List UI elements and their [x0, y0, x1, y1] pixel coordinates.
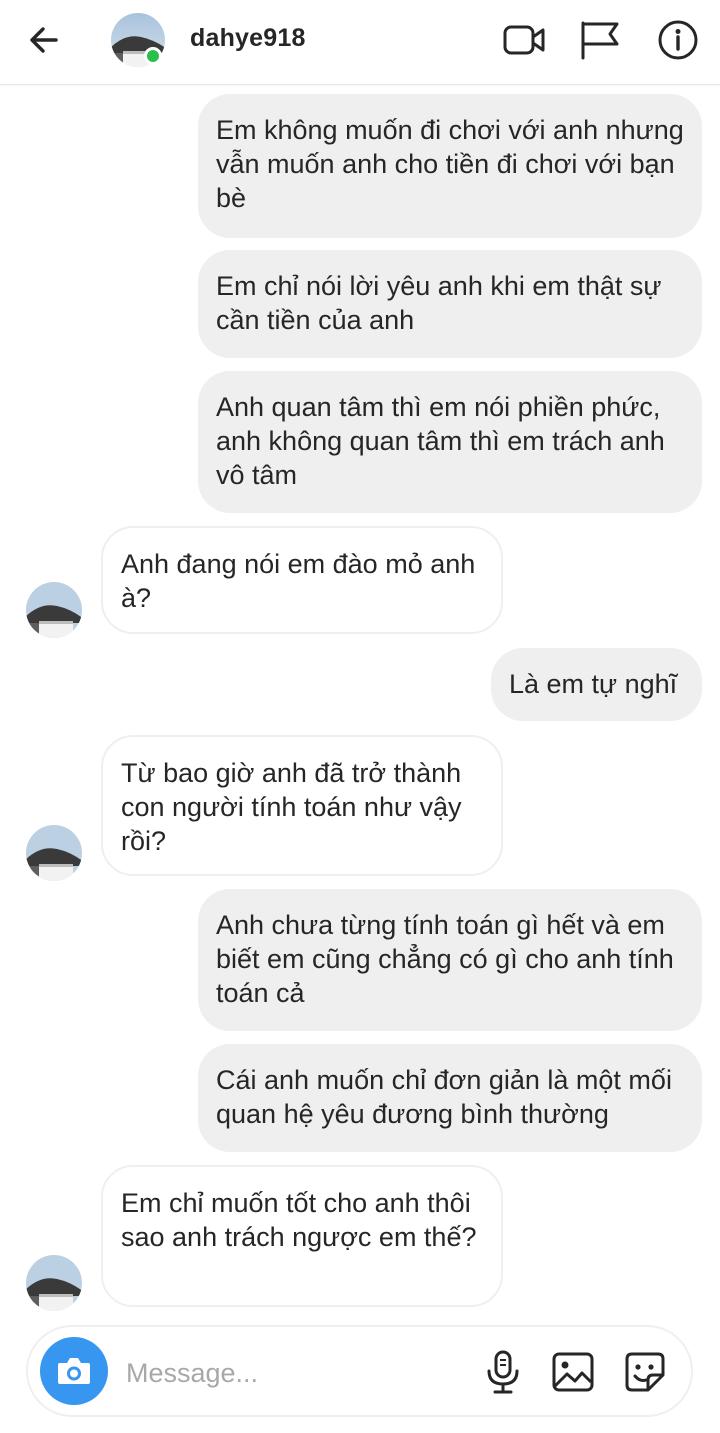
- message-bubble-outgoing[interactable]: Em không muốn đi chơi với anh nhưng vẫn …: [198, 94, 702, 238]
- contact-avatar-small[interactable]: [26, 825, 82, 881]
- sticker-icon: [625, 1352, 665, 1392]
- online-status-dot: [144, 47, 162, 65]
- message-bubble-outgoing[interactable]: Là em tự nghĩ: [491, 648, 702, 721]
- message-composer: [26, 1325, 693, 1417]
- contact-avatar-small[interactable]: [26, 582, 82, 638]
- message-bubble-outgoing[interactable]: Anh quan tâm thì em nói phiền phức, anh …: [198, 371, 702, 513]
- back-arrow-icon: [30, 27, 58, 53]
- gallery-icon: [552, 1352, 594, 1392]
- gallery-button[interactable]: [550, 1349, 596, 1395]
- message-bubble-incoming[interactable]: Em chỉ muốn tốt cho anh thôi sao anh trá…: [101, 1165, 503, 1307]
- info-icon: [658, 20, 698, 60]
- message-bubble-incoming[interactable]: Từ bao giờ anh đã trở thành con người tí…: [101, 735, 503, 876]
- video-call-icon: [503, 25, 545, 55]
- microphone-icon: [487, 1350, 519, 1394]
- voice-message-button[interactable]: [480, 1349, 526, 1395]
- back-button[interactable]: [24, 20, 64, 60]
- chat-header: dahye918: [0, 0, 720, 85]
- video-call-button[interactable]: [502, 18, 546, 62]
- message-bubble-outgoing[interactable]: Cái anh muốn chỉ đơn giản là một mối qua…: [198, 1044, 702, 1152]
- info-button[interactable]: [656, 18, 700, 62]
- message-input[interactable]: [124, 1347, 468, 1399]
- message-bubble-incoming[interactable]: Anh đang nói em đào mỏ anh à?: [101, 526, 503, 634]
- report-flag-button[interactable]: [578, 18, 622, 62]
- camera-icon: [58, 1358, 90, 1384]
- message-bubble-outgoing[interactable]: Anh chưa từng tính toán gì hết và em biế…: [198, 889, 702, 1031]
- flag-icon: [581, 21, 619, 60]
- chat-screen: dahye918 Em không muốn đi chơi với anh n…: [0, 0, 720, 1433]
- chat-username[interactable]: dahye918: [190, 24, 306, 53]
- contact-avatar-small[interactable]: [26, 1255, 82, 1311]
- message-bubble-outgoing[interactable]: Em chỉ nói lời yêu anh khi em thật sự cầ…: [198, 250, 702, 358]
- camera-button[interactable]: [40, 1337, 108, 1405]
- sticker-button[interactable]: [622, 1349, 668, 1395]
